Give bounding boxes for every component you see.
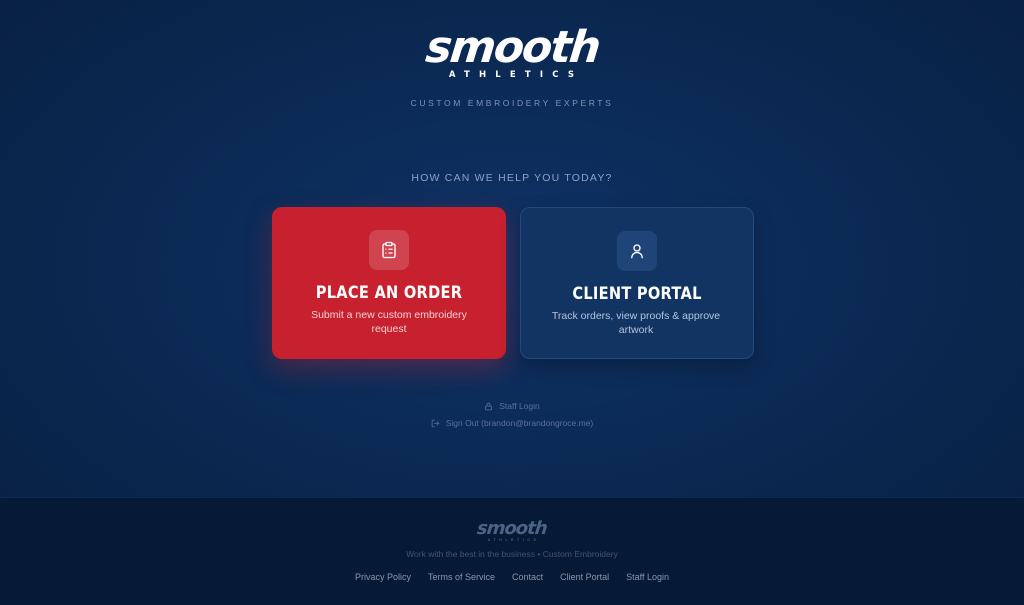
footer-link-client-portal[interactable]: Client Portal <box>560 572 609 582</box>
client-portal-description: Track orders, view proofs & approve artw… <box>551 310 721 336</box>
help-prompt: HOW CAN WE HELP YOU TODAY? <box>411 172 613 184</box>
brand-logo: smooth ATHLETICS <box>0 22 1024 80</box>
logo-wordmark: smooth <box>422 22 602 73</box>
sign-out-label: Sign Out (brandon@brandongroce.me) <box>445 418 594 428</box>
sign-out-icon <box>431 419 440 428</box>
footer-link-privacy-policy[interactable]: Privacy Policy <box>355 572 411 582</box>
staff-login-label: Staff Login <box>499 401 540 411</box>
footer-link-staff-login[interactable]: Staff Login <box>626 572 669 582</box>
client-portal-card[interactable]: CLIENT PORTAL Track orders, view proofs … <box>520 207 754 359</box>
sign-out-link[interactable]: Sign Out (brandon@brandongroce.me) <box>0 418 1024 428</box>
footer-tagline: Work with the best in the business • Cus… <box>406 549 618 559</box>
brand-tagline: CUSTOM EMBROIDERY EXPERTS <box>410 98 614 108</box>
client-portal-title: CLIENT PORTAL <box>572 284 702 304</box>
place-order-description: Submit a new custom embroidery request <box>311 309 467 335</box>
footer-logo: smooth ATHLETICS <box>0 518 1024 542</box>
clipboard-icon <box>369 230 409 270</box>
footer-logo-wordmark: smooth <box>476 518 548 539</box>
user-icon <box>617 231 657 271</box>
lock-icon <box>484 402 493 411</box>
footer-link-terms-of-service[interactable]: Terms of Service <box>428 572 495 582</box>
footer-link-contact[interactable]: Contact <box>512 572 543 582</box>
footer-nav: Privacy Policy Terms of Service Contact … <box>0 572 1024 582</box>
place-order-card[interactable]: PLACE AN ORDER Submit a new custom embro… <box>272 207 506 359</box>
staff-login-link[interactable]: Staff Login <box>0 401 1024 411</box>
place-order-title: PLACE AN ORDER <box>315 283 463 303</box>
